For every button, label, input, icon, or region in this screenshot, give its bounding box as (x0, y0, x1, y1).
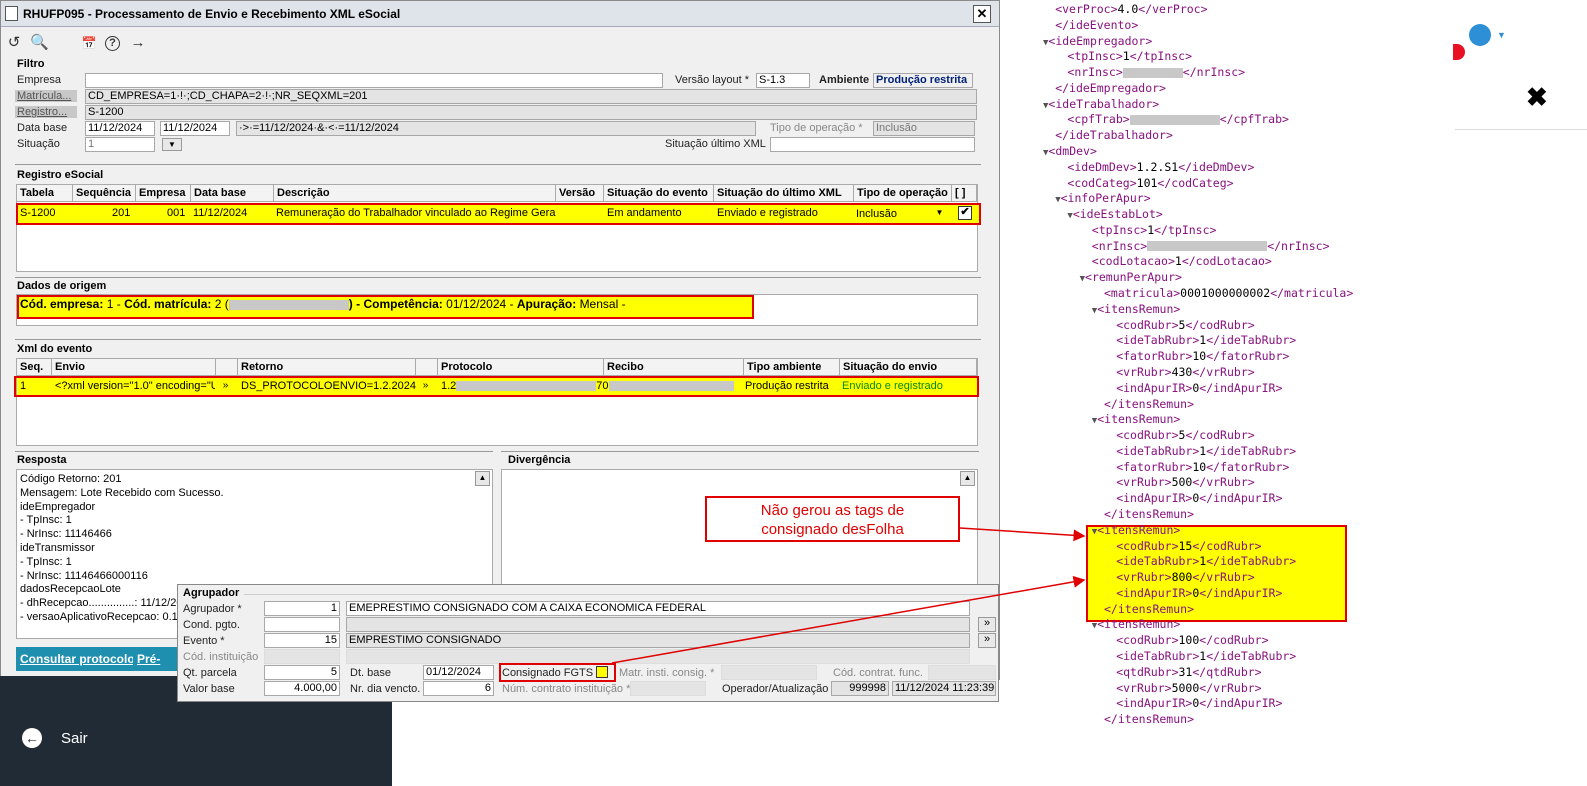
arrow-from-checkbox (611, 575, 1086, 664)
annotation-arrows (611, 527, 1086, 664)
arrow-to-xml (959, 527, 1086, 542)
